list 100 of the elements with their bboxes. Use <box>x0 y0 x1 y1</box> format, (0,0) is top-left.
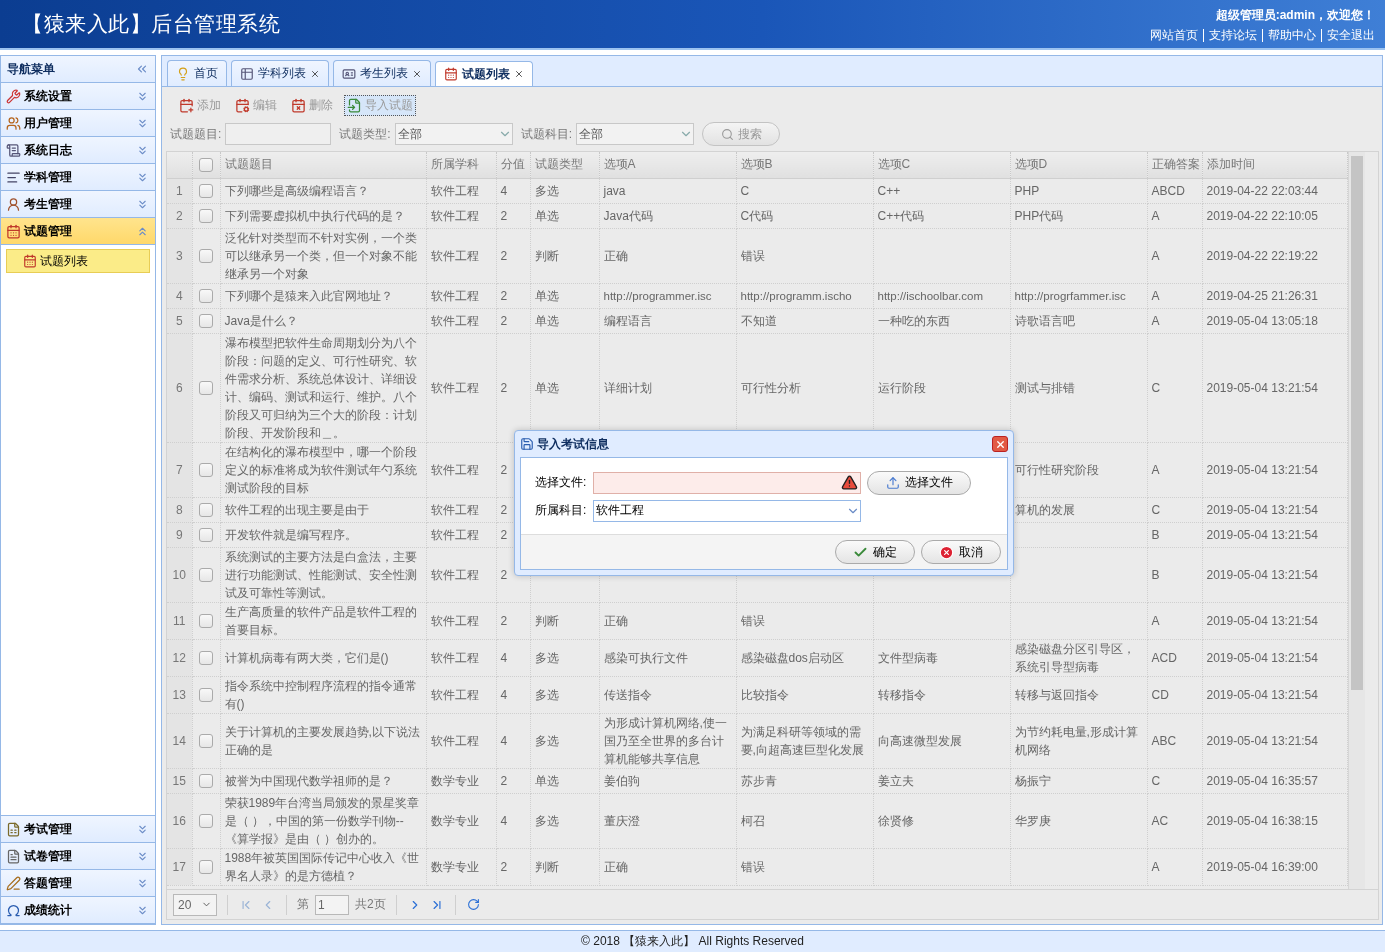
select-field[interactable]: 全部 <box>394 123 513 145</box>
row-checkbox[interactable] <box>199 249 213 264</box>
table-cell: 软件工程 <box>426 308 496 333</box>
table-cell: 2019-05-04 13:21:54 <box>1202 333 1347 442</box>
menu-group[interactable]: 答题管理 <box>1 870 155 897</box>
table-cell: A <box>1147 602 1202 639</box>
menu-icon <box>6 88 21 104</box>
menu-group[interactable]: 考生管理 <box>1 191 155 218</box>
header-link[interactable]: 支持论坛 <box>1203 28 1262 42</box>
header-link[interactable]: 安全退出 <box>1321 28 1375 42</box>
header-link[interactable]: 网站首页 <box>1145 28 1203 42</box>
close-icon[interactable] <box>310 68 320 79</box>
table-cell: 数学专业 <box>426 793 496 848</box>
column-header[interactable]: 选项A <box>599 152 736 178</box>
row-checkbox[interactable] <box>199 814 213 829</box>
scrollbar[interactable] <box>1347 152 1365 889</box>
table-cell: 单选 <box>530 768 599 793</box>
table-cell: A <box>1147 442 1202 497</box>
choose-file-button[interactable]: 选择文件 <box>867 470 971 495</box>
tab-icon <box>342 66 356 81</box>
menu-group[interactable]: 学科管理 <box>1 164 155 191</box>
collapse-icon[interactable] <box>135 62 149 76</box>
file-field[interactable] <box>593 471 861 494</box>
field-label: 所属科目: <box>535 502 588 519</box>
table-cell: http://ischoolbar.com <box>873 283 1010 308</box>
table-cell: 姜立夫 <box>873 768 1010 793</box>
table-cell: 文件型病毒 <box>873 639 1010 676</box>
close-button[interactable] <box>992 436 1008 452</box>
subject-select[interactable]: 软件工程 <box>593 499 861 522</box>
column-header[interactable]: 选项B <box>736 152 873 178</box>
cancel-button[interactable]: 取消 <box>921 540 1001 564</box>
table-cell: ABCD <box>1147 178 1202 203</box>
menu-icon <box>6 142 21 158</box>
confirm-button[interactable]: 确定 <box>835 540 915 564</box>
page-number-field[interactable]: 1 <box>315 894 349 915</box>
menu-icon <box>6 196 21 212</box>
table-cell: 4 <box>496 793 530 848</box>
row-checkbox[interactable] <box>199 209 213 224</box>
upload-icon <box>885 475 900 490</box>
table-cell: 不知道 <box>736 308 873 333</box>
menu-group[interactable]: 试卷管理 <box>1 843 155 870</box>
menu-group[interactable]: 成绩统计 <box>1 897 155 924</box>
menu-item[interactable]: 试题列表 <box>6 249 150 273</box>
row-checkbox[interactable] <box>199 614 213 629</box>
close-icon[interactable] <box>514 69 524 79</box>
table-cell: http://programmer.isc <box>599 283 736 308</box>
row-checkbox[interactable] <box>199 774 213 789</box>
row-checkbox[interactable] <box>199 651 213 666</box>
refresh-button[interactable] <box>465 896 482 913</box>
table-cell: 计算机病毒有两大类，它们是() <box>220 639 426 676</box>
tab[interactable]: 学科列表 <box>231 60 329 86</box>
row-checkbox[interactable] <box>199 734 213 749</box>
select-all-checkbox[interactable] <box>199 158 213 173</box>
tab-icon <box>240 66 254 81</box>
table-cell: 2019-04-22 22:19:22 <box>1202 228 1347 283</box>
menu-icon <box>6 223 21 239</box>
greeting: 超级管理员:admin，欢迎您！ <box>1215 6 1375 24</box>
column-header[interactable]: 正确答案 <box>1147 152 1202 178</box>
row-checkbox[interactable] <box>199 568 213 583</box>
header-link[interactable]: 帮助中心 <box>1262 28 1321 42</box>
column-header[interactable]: 分值 <box>496 152 530 178</box>
row-checkbox[interactable] <box>199 503 213 518</box>
menu-group[interactable]: 系统日志 <box>1 137 155 164</box>
table-cell: B <box>1147 522 1202 547</box>
table-cell: 2019-04-22 22:10:05 <box>1202 203 1347 228</box>
row-number: 10 <box>167 547 192 602</box>
menu-group[interactable]: 用户管理 <box>1 110 155 137</box>
table-cell: 感染磁盘dos启动区 <box>736 639 873 676</box>
tab[interactable]: 试题列表 <box>435 61 533 87</box>
tab[interactable]: 首页 <box>167 60 227 86</box>
row-checkbox[interactable] <box>199 184 213 199</box>
tab[interactable]: 考生列表 <box>333 60 431 86</box>
column-header[interactable]: 所属学科 <box>426 152 496 178</box>
row-checkbox[interactable] <box>199 381 213 396</box>
column-header[interactable]: 试题类型 <box>530 152 599 178</box>
table-cell: A <box>1147 283 1202 308</box>
table-cell: 诗歌语言吧 <box>1010 308 1147 333</box>
column-header[interactable]: 选项C <box>873 152 1010 178</box>
table-cell: 2019-05-04 13:21:54 <box>1202 497 1347 522</box>
row-checkbox[interactable] <box>199 528 213 543</box>
table-cell: 杨振宁 <box>1010 768 1147 793</box>
column-header[interactable]: 试题题目 <box>220 152 426 178</box>
column-header[interactable]: 添加时间 <box>1202 152 1347 178</box>
menu-group[interactable]: 考试管理 <box>1 816 155 843</box>
menu-group[interactable]: 试题管理 <box>1 218 155 245</box>
select-field[interactable]: 全部 <box>576 123 695 145</box>
row-checkbox[interactable] <box>199 463 213 478</box>
row-checkbox[interactable] <box>199 860 213 875</box>
table-cell: C <box>1147 768 1202 793</box>
page-size-select[interactable]: 20 <box>173 893 217 916</box>
row-checkbox[interactable] <box>199 688 213 703</box>
table-cell: AC <box>1147 793 1202 848</box>
table-cell: http://programm.ischo <box>736 283 873 308</box>
menu-group[interactable]: 系统设置 <box>1 83 155 110</box>
row-checkbox[interactable] <box>199 289 213 304</box>
row-checkbox[interactable] <box>199 314 213 329</box>
search-field[interactable] <box>225 123 332 145</box>
close-icon[interactable] <box>412 68 422 79</box>
table-cell: 软件工程 <box>426 283 496 308</box>
column-header[interactable]: 选项D <box>1010 152 1147 178</box>
